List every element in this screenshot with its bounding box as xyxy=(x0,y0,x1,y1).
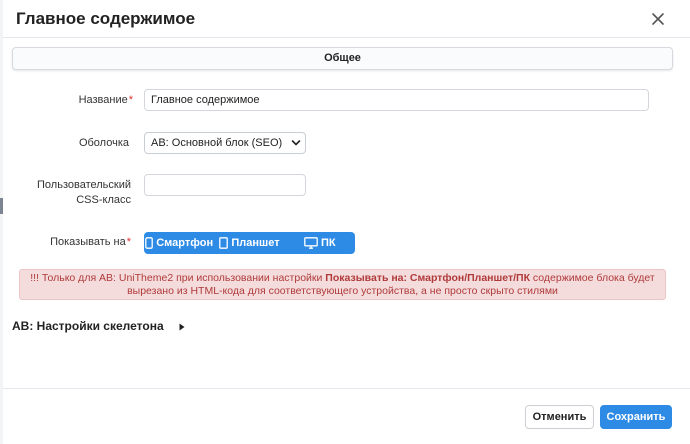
css-class-field[interactable] xyxy=(144,174,306,196)
wrapper-label: Оболочка xyxy=(78,137,129,149)
tab-general-label: Общее xyxy=(324,52,361,64)
show-on-tablet-button[interactable]: Планшет xyxy=(214,232,284,254)
dialog-footer: Отменить Сохранить xyxy=(3,388,690,444)
dialog-header: Главное содержимое xyxy=(3,0,690,38)
warning-emphasis: Показывать на: Смартфон/Планшет/ПК xyxy=(325,272,530,284)
tablet-label: Планшет xyxy=(231,237,280,249)
tab-general[interactable]: Общее xyxy=(12,47,673,70)
show-on-label: Показывать на* xyxy=(50,236,131,248)
wrapper-select-value: AB: Основной блок (SEO) xyxy=(151,137,283,149)
smartphone-icon xyxy=(145,237,154,249)
caret-right-icon[interactable] xyxy=(179,323,185,331)
required-marker: * xyxy=(126,236,131,248)
warning-prefix: !!! Только для AB: UniTheme2 при использ… xyxy=(30,272,326,284)
block-settings-dialog: Главное содержимое Общее Название* Главн… xyxy=(3,0,690,444)
tablet-icon xyxy=(219,237,229,249)
skeleton-settings-toggle[interactable]: AB: Настройки скелетона xyxy=(12,319,164,333)
save-button[interactable]: Сохранить xyxy=(600,405,672,429)
close-icon[interactable] xyxy=(648,9,668,29)
show-on-desktop-button[interactable]: ПК xyxy=(285,232,355,254)
desktop-label: ПК xyxy=(321,237,336,249)
device-visibility-warning: !!! Только для AB: UniTheme2 при использ… xyxy=(19,269,666,300)
wrapper-select[interactable]: AB: Основной блок (SEO) xyxy=(144,132,306,154)
dialog-title: Главное содержимое xyxy=(16,9,196,28)
smartphone-label: Смартфон xyxy=(156,237,214,249)
chevron-down-icon xyxy=(291,140,301,146)
show-on-smartphone-button[interactable]: Смартфон xyxy=(144,232,214,254)
name-field[interactable]: Главное содержимое xyxy=(144,89,649,111)
show-on-toggle-group: Смартфон Планшет ПК xyxy=(144,232,355,254)
required-marker: * xyxy=(128,94,133,106)
css-class-label: Пользовательский CSS-класс xyxy=(37,179,131,206)
desktop-icon xyxy=(304,237,318,249)
cancel-button[interactable]: Отменить xyxy=(525,405,594,429)
name-label: Название* xyxy=(78,94,133,106)
